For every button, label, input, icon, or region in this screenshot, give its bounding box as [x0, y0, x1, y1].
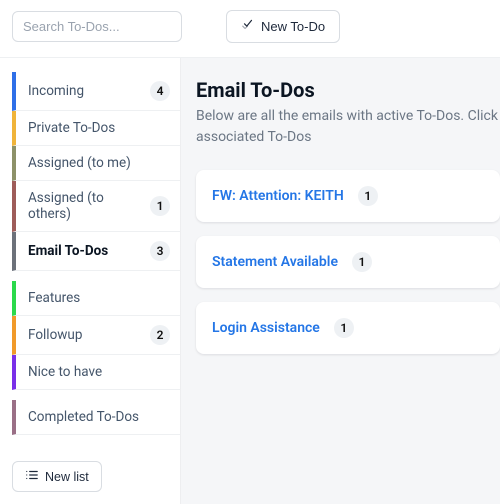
list-icon	[25, 468, 39, 485]
email-card[interactable]: Login Assistance 1	[196, 302, 500, 354]
new-list-button[interactable]: New list	[12, 461, 102, 492]
sidebar-item-nice-to-have[interactable]: Nice to have	[12, 355, 180, 390]
sidebar-item-label: Nice to have	[28, 364, 102, 380]
count-badge: 1	[150, 196, 170, 216]
sidebar-item-label: Followup	[28, 327, 82, 343]
email-title: Statement Available	[212, 254, 338, 270]
new-list-label: New list	[45, 470, 89, 484]
email-title: Login Assistance	[212, 320, 320, 336]
sidebar-item-label: Features	[28, 290, 80, 306]
count-badge: 1	[334, 318, 354, 338]
sidebar-item-features[interactable]: Features	[12, 281, 180, 316]
sidebar-item-label: Assigned (to me)	[28, 155, 131, 171]
sidebar-item-assigned-to-me[interactable]: Assigned (to me)	[12, 146, 180, 181]
sidebar-item-label: Assigned (to others)	[28, 190, 150, 222]
email-title: FW: Attention: KEITH	[212, 188, 344, 204]
topbar: New To-Do	[0, 0, 500, 58]
page-title: Email To-Dos	[196, 78, 500, 102]
count-badge: 2	[150, 325, 170, 345]
new-todo-label: New To-Do	[261, 19, 325, 34]
sidebar-item-incoming[interactable]: Incoming 4	[12, 72, 180, 111]
sidebar-item-label: Completed To-Dos	[28, 409, 139, 425]
count-badge: 1	[352, 252, 372, 272]
email-card[interactable]: Statement Available 1	[196, 236, 500, 288]
sidebar-item-completed-to-dos[interactable]: Completed To-Dos	[12, 400, 180, 435]
count-badge: 4	[150, 81, 170, 101]
count-badge: 1	[358, 186, 378, 206]
new-todo-button[interactable]: New To-Do	[226, 10, 340, 43]
sidebar-item-label: Email To-Dos	[28, 243, 108, 259]
sidebar-item-private-to-dos[interactable]: Private To-Dos	[12, 111, 180, 146]
sidebar-item-label: Private To-Dos	[28, 120, 115, 136]
sidebar-item-email-to-dos[interactable]: Email To-Dos 3	[12, 232, 180, 271]
main-panel: Email To-Dos Below are all the emails wi…	[180, 58, 500, 504]
check-plus-icon	[241, 18, 255, 35]
email-card[interactable]: FW: Attention: KEITH 1	[196, 170, 500, 222]
sidebar-item-label: Incoming	[28, 83, 84, 99]
sidebar: Incoming 4 Private To-Dos Assigned (to me) A…	[0, 58, 180, 504]
count-badge: 3	[150, 241, 170, 261]
page-description: Below are all the emails with active To-…	[196, 106, 500, 148]
sidebar-item-assigned-to-others[interactable]: Assigned (to others)1	[12, 181, 180, 232]
search-input[interactable]	[12, 11, 182, 42]
sidebar-item-followup[interactable]: Followup 2	[12, 316, 180, 355]
